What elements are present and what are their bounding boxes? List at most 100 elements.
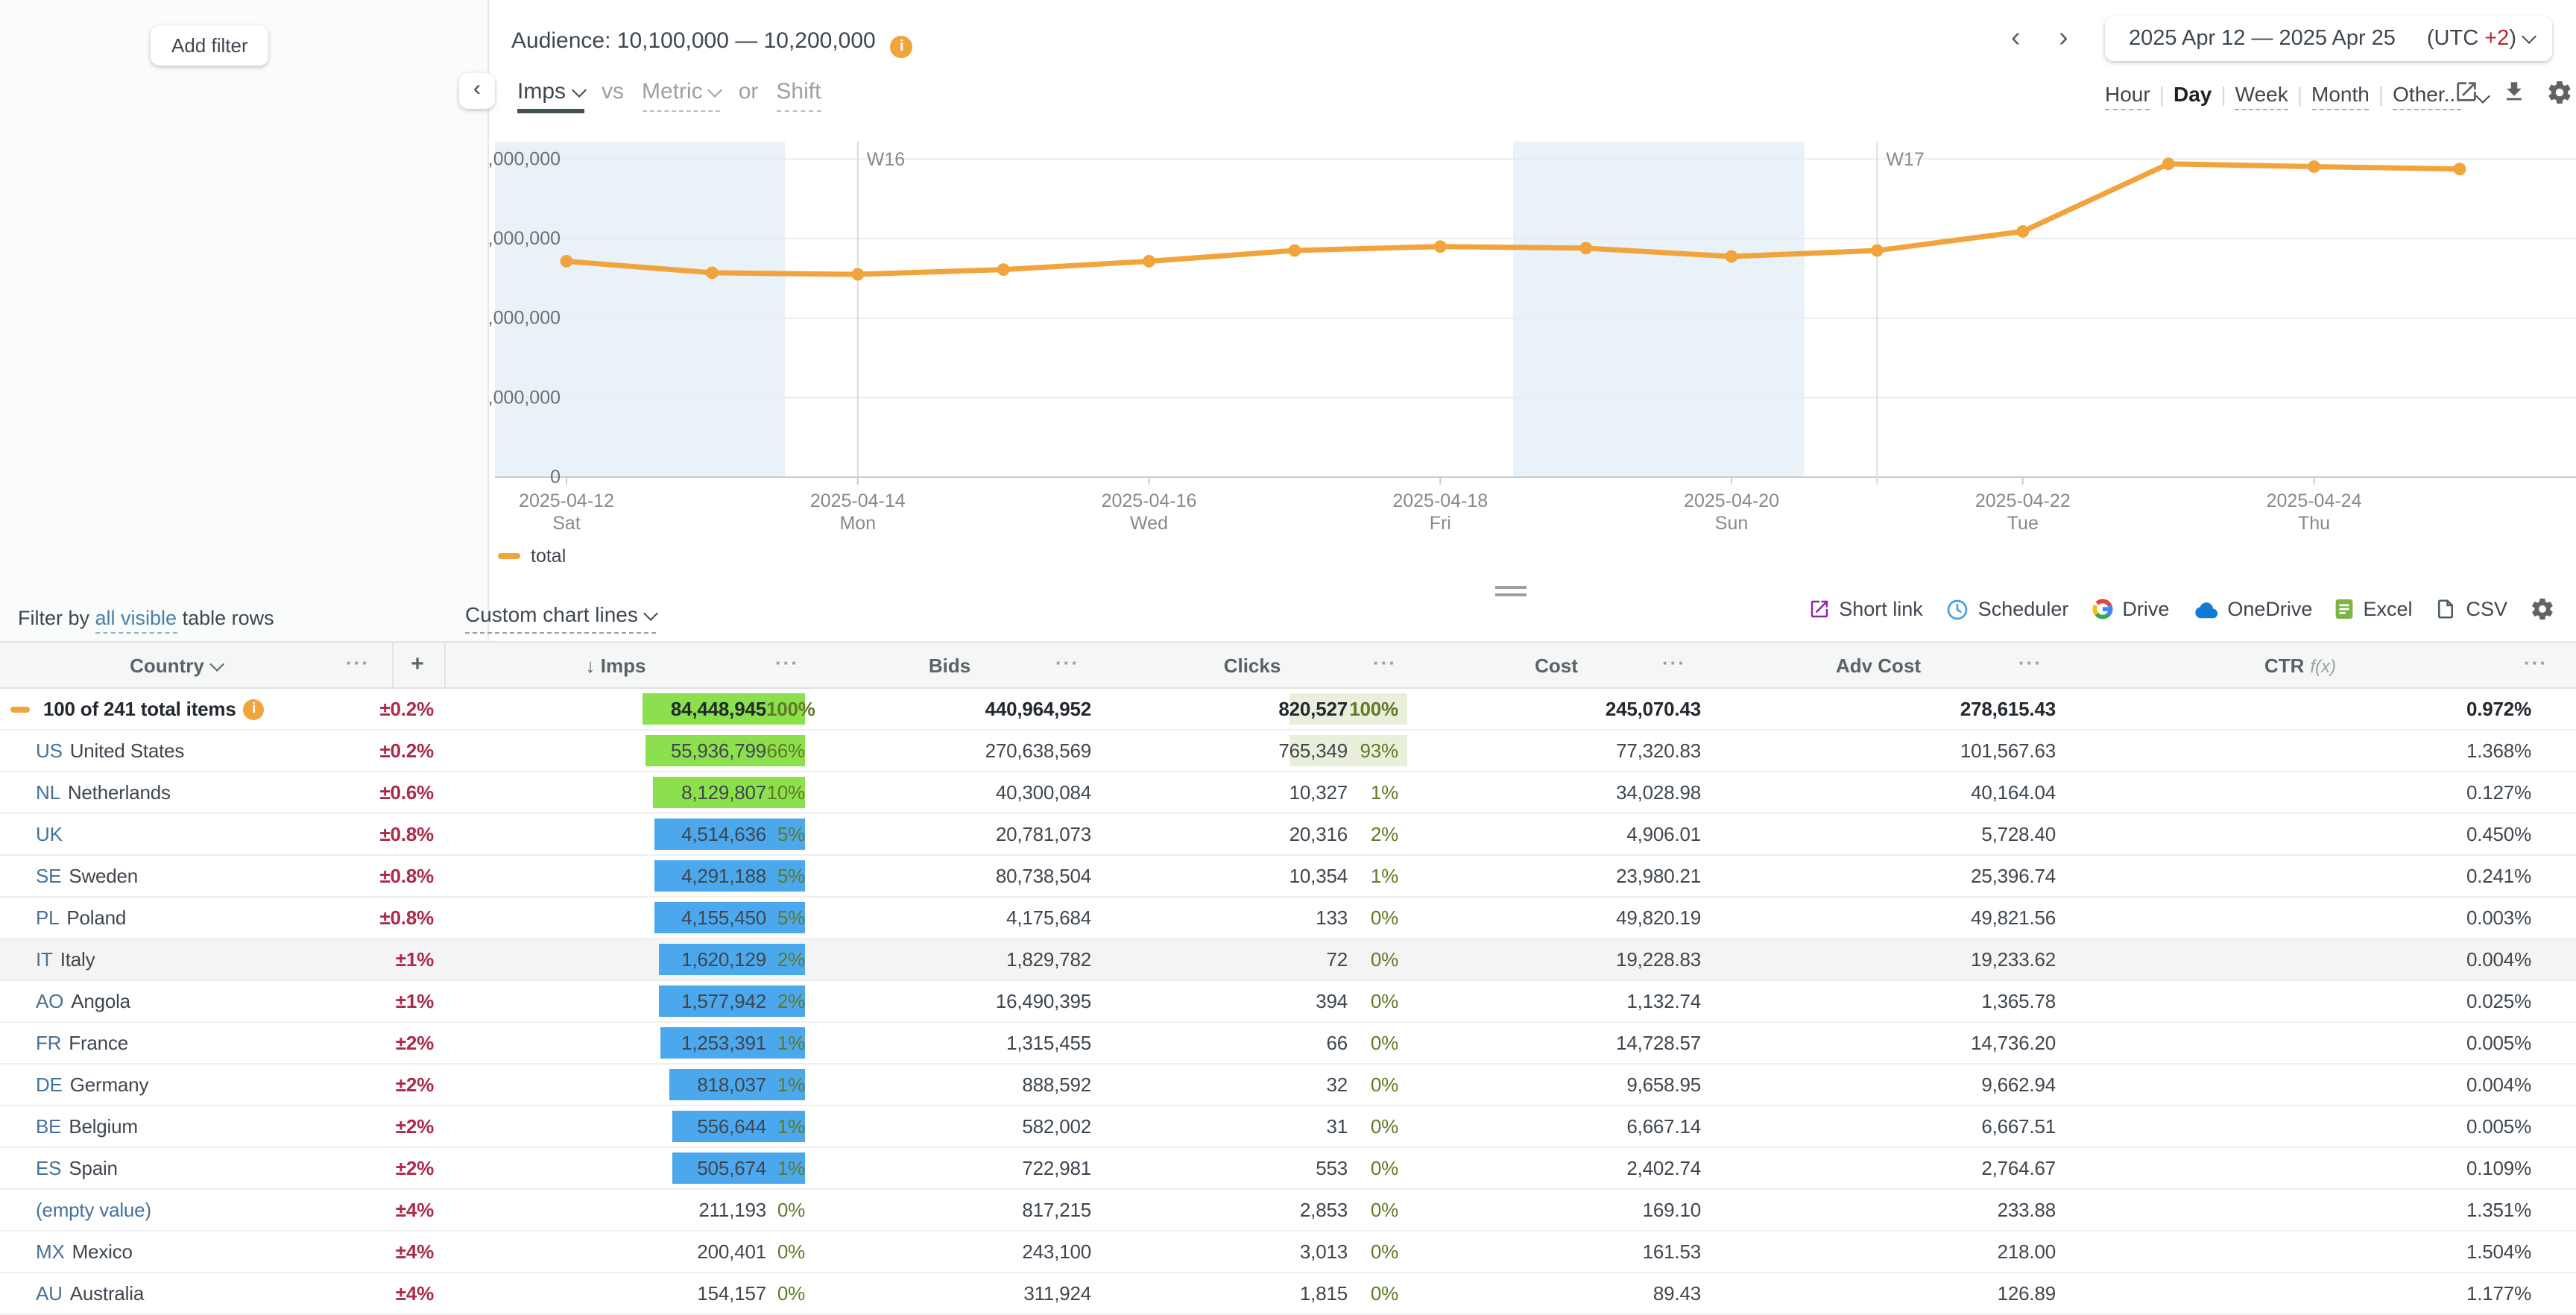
country-cell[interactable]: IT Italy i	[0, 948, 358, 971]
country-cell[interactable]: MX Mexico i	[0, 1240, 358, 1263]
country-cell[interactable]: SE Sweden i	[0, 865, 358, 887]
table-row[interactable]: US United States i ±0.2% 55,936,799 66% …	[0, 731, 2576, 772]
scheduler-export-button[interactable]: Scheduler	[1945, 597, 2069, 621]
country-cell[interactable]: DE Germany i	[0, 1073, 358, 1096]
granularity-option-month[interactable]: Month	[2311, 82, 2370, 110]
primary-metric-dropdown[interactable]: Imps	[517, 79, 584, 113]
open-in-new-icon[interactable]	[2454, 79, 2481, 106]
chart-point[interactable]	[997, 263, 1010, 276]
table-row[interactable]: MX Mexico i ±4% 200,401 0% 243,100 3,013…	[0, 1232, 2576, 1273]
table-settings-gear-icon[interactable]	[2530, 596, 2555, 622]
table-row[interactable]: (empty value) i ±4% 211,193 0% 817,215 2…	[0, 1190, 2576, 1232]
csv-export-button[interactable]: CSV	[2434, 598, 2507, 620]
error-margin: ±2%	[358, 1157, 444, 1179]
date-range-picker[interactable]: 2025 Apr 12 — 2025 Apr 25 (UTC +2)	[2105, 16, 2552, 61]
country-code: BE	[36, 1115, 61, 1138]
column-header-country[interactable]: Country	[130, 655, 222, 677]
chart-point[interactable]	[561, 255, 573, 268]
chart-point[interactable]	[2162, 157, 2175, 170]
column-header-adv-cost[interactable]: Adv Cost	[1836, 655, 1921, 677]
export-label: Drive	[2122, 598, 2169, 620]
drive-export-button[interactable]: Drive	[2091, 598, 2169, 620]
clicks-value: 3,013	[1300, 1240, 1348, 1263]
country-cell[interactable]: BE Belgium i	[0, 1115, 358, 1138]
column-header-ctr[interactable]: CTRf(x)	[2264, 655, 2336, 677]
country-cell[interactable]: PL Poland i	[0, 906, 358, 929]
cost-cell: 34,028.98	[1407, 781, 1701, 804]
column-menu-icon[interactable]: ···	[2018, 652, 2042, 674]
table-row[interactable]: PL Poland i ±0.8% 4,155,450 5% 4,175,684…	[0, 898, 2576, 939]
date-next-button[interactable]: ›	[2059, 24, 2068, 54]
excel-export-button[interactable]: Excel	[2334, 598, 2412, 620]
chart-point[interactable]	[2454, 163, 2466, 175]
onedrive-export-button[interactable]: OneDrive	[2191, 598, 2312, 620]
add-column-button[interactable]: +	[411, 652, 424, 677]
imps-percent: 5%	[766, 823, 805, 845]
table-row[interactable]: DE Germany i ±2% 818,037 1% 888,592 32 0…	[0, 1065, 2576, 1106]
granularity-option-day[interactable]: Day	[2174, 82, 2212, 109]
table-row[interactable]: ES Spain i ±2% 505,674 1% 722,981 553 0%…	[0, 1148, 2576, 1190]
chart-back-button[interactable]: ‹	[459, 73, 495, 109]
column-header-clicks[interactable]: Clicks	[1224, 655, 1281, 677]
x-tick-weekday: Wed	[1130, 513, 1168, 534]
short-link-export-button[interactable]: Short link	[1808, 598, 1923, 620]
column-header-imps[interactable]: ↓ Imps	[586, 655, 646, 677]
column-menu-icon[interactable]: ···	[775, 652, 799, 674]
clicks-cell: 2,853 0%	[1091, 1190, 1407, 1230]
info-icon[interactable]: i	[891, 36, 913, 58]
chart-point[interactable]	[706, 267, 719, 280]
table-row[interactable]: FR France i ±2% 1,253,391 1% 1,315,455 6…	[0, 1023, 2576, 1065]
chart-point[interactable]	[1289, 245, 1301, 257]
column-header-bids[interactable]: Bids	[929, 655, 970, 677]
country-cell[interactable]: NL Netherlands i	[0, 781, 358, 804]
table-row[interactable]: IT Italy i ±1% 1,620,129 2% 1,829,782 72…	[0, 939, 2576, 981]
chart-point[interactable]	[1434, 240, 1447, 253]
table-row[interactable]: 100 of 241 total items i ±0.2% 84,448,94…	[0, 689, 2576, 731]
custom-chart-lines-dropdown[interactable]: Custom chart lines	[465, 602, 656, 634]
settings-gear-icon[interactable]	[2546, 79, 2573, 106]
chart-point[interactable]	[1871, 245, 1884, 257]
column-menu-icon[interactable]: ···	[1055, 652, 1079, 674]
table-row[interactable]: AU Australia i ±4% 154,157 0% 311,924 1,…	[0, 1273, 2576, 1315]
country-cell[interactable]: UK i	[0, 823, 358, 845]
granularity-option-hour[interactable]: Hour	[2105, 82, 2150, 110]
date-prev-button[interactable]: ‹	[2011, 24, 2021, 54]
country-cell[interactable]: US United States i	[0, 740, 358, 762]
table-row[interactable]: UK i ±0.8% 4,514,636 5% 20,781,073 20,31…	[0, 814, 2576, 856]
compare-metric-dropdown[interactable]: Metric	[642, 79, 721, 112]
column-menu-icon[interactable]: ···	[1662, 652, 1686, 674]
add-filter-button[interactable]: Add filter	[151, 25, 269, 66]
country-cell[interactable]: AO Angola i	[0, 990, 358, 1012]
shift-option[interactable]: Shift	[776, 79, 821, 112]
imps-value: 818,037	[697, 1073, 766, 1096]
chart-point[interactable]	[2016, 225, 2029, 238]
country-code: SE	[36, 865, 61, 887]
country-cell[interactable]: (empty value) i	[0, 1199, 358, 1221]
country-cell[interactable]: 100 of 241 total items i	[0, 698, 358, 720]
chart-point[interactable]	[2308, 160, 2320, 173]
country-cell[interactable]: AU Australia i	[0, 1282, 358, 1305]
country-cell[interactable]: ES Spain i	[0, 1157, 358, 1179]
chart-legend[interactable]: total	[498, 546, 566, 567]
country-name: Mexico	[72, 1240, 133, 1263]
table-row[interactable]: NL Netherlands i ±0.6% 8,129,807 10% 40,…	[0, 772, 2576, 814]
all-visible-link[interactable]: all visible	[95, 607, 177, 634]
column-menu-icon[interactable]: ···	[2524, 652, 2548, 674]
chart-point[interactable]	[1143, 255, 1155, 268]
chart-point[interactable]	[1579, 242, 1592, 254]
column-menu-icon[interactable]: ···	[346, 652, 370, 674]
chart-resize-handle[interactable]	[1495, 586, 1527, 601]
table-row[interactable]: BE Belgium i ±2% 556,644 1% 582,002 31 0…	[0, 1106, 2576, 1148]
chart-point[interactable]	[851, 268, 864, 281]
granularity-option-other[interactable]: Other...	[2393, 82, 2461, 110]
column-header-cost[interactable]: Cost	[1535, 655, 1578, 677]
imps-value: 55,936,799	[671, 740, 766, 762]
info-icon[interactable]: i	[244, 699, 265, 719]
table-row[interactable]: AO Angola i ±1% 1,577,942 2% 16,490,395 …	[0, 981, 2576, 1023]
column-menu-icon[interactable]: ···	[1373, 652, 1397, 674]
chart-point[interactable]	[1726, 250, 1738, 263]
granularity-option-week[interactable]: Week	[2235, 82, 2288, 110]
download-icon[interactable]	[2501, 79, 2528, 106]
country-cell[interactable]: FR France i	[0, 1032, 358, 1054]
table-row[interactable]: SE Sweden i ±0.8% 4,291,188 5% 80,738,50…	[0, 856, 2576, 898]
